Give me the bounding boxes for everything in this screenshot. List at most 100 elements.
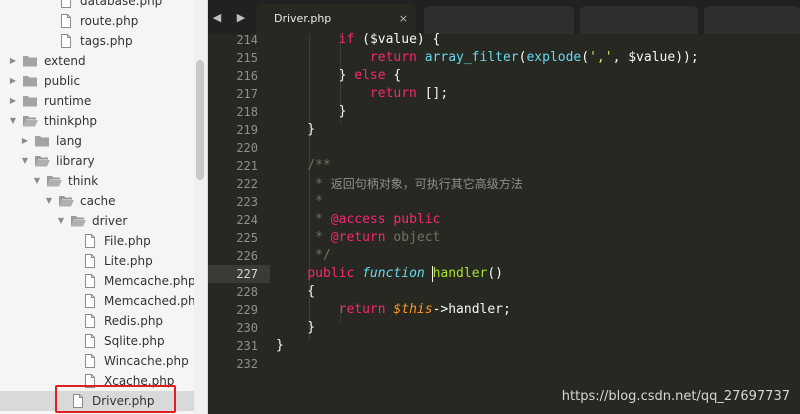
- tab-title: Driver.php: [274, 12, 332, 25]
- line-number: 231: [236, 339, 258, 353]
- code-token: [];: [416, 86, 449, 101]
- code-line[interactable]: }: [276, 319, 315, 337]
- chevron-right-icon[interactable]: ▶: [8, 91, 18, 111]
- code-line[interactable]: * @return object: [276, 229, 440, 247]
- text-cursor: [432, 266, 433, 282]
- code-line[interactable]: }: [276, 121, 315, 139]
- tree-file-route-php[interactable]: route.php: [0, 11, 194, 31]
- chevron-down-icon[interactable]: ▼: [20, 151, 30, 171]
- code-token: ,: [612, 50, 629, 65]
- close-icon[interactable]: ×: [399, 4, 408, 34]
- code-token: (: [581, 50, 590, 65]
- tree-item-label: Wincache.php: [104, 354, 189, 368]
- tree-file-file-php[interactable]: File.php: [0, 231, 194, 251]
- tab-blurred-3[interactable]: [704, 6, 800, 34]
- code-token: {: [276, 284, 316, 299]
- chevron-down-icon[interactable]: ▼: [56, 211, 66, 231]
- tree-file-lite-php[interactable]: Lite.php: [0, 251, 194, 271]
- line-number: 218: [236, 105, 258, 119]
- chevron-right-icon[interactable]: ▶: [8, 71, 18, 91]
- annotation-highlight-box: [55, 385, 176, 413]
- chevron-down-icon[interactable]: ▼: [44, 191, 54, 211]
- tree-file-tags-php[interactable]: tags.php: [0, 31, 194, 51]
- folder-open-icon: [58, 194, 74, 208]
- chevron-down-icon[interactable]: ▼: [8, 111, 18, 131]
- tree-folder-extend[interactable]: ▶ extend: [0, 51, 194, 71]
- code-line[interactable]: *: [276, 193, 323, 211]
- chevron-right-icon[interactable]: ▶: [8, 51, 18, 71]
- code-line[interactable]: /**: [276, 157, 331, 175]
- file-icon: [82, 314, 98, 328]
- chevron-down-icon[interactable]: ▼: [32, 171, 42, 191]
- tree-file-memcached-php[interactable]: Memcached.php: [0, 291, 203, 311]
- code-token: *: [315, 212, 331, 227]
- code-line[interactable]: {: [276, 283, 315, 301]
- folder-icon: [22, 94, 38, 108]
- tab-driver-php[interactable]: Driver.php ×: [256, 4, 416, 34]
- code-token: /**: [307, 158, 331, 173]
- tree-item-label: library: [56, 154, 95, 168]
- tree-folder-library[interactable]: ▼ library: [0, 151, 194, 171]
- code-token: }: [276, 122, 316, 137]
- tree-folder-lang[interactable]: ▶ lang: [0, 131, 194, 151]
- code-token: ->: [432, 302, 449, 317]
- line-number: 221: [236, 159, 258, 173]
- code-token: (): [487, 266, 504, 281]
- code-line[interactable]: if ($value) {: [276, 31, 441, 49]
- code-token: ',': [589, 50, 613, 65]
- code-line[interactable]: }: [276, 103, 347, 121]
- line-number: 216: [236, 69, 258, 83]
- tab-blurred-1[interactable]: [424, 6, 574, 34]
- code-token: else: [354, 68, 386, 83]
- line-number: 214: [236, 33, 258, 47]
- tree-file-database-php[interactable]: database.php: [0, 0, 194, 11]
- line-number: 220: [236, 141, 258, 155]
- code-line[interactable]: } else {: [276, 67, 402, 85]
- code-token: @access: [330, 212, 386, 227]
- code-token: {: [385, 68, 402, 83]
- code-line[interactable]: * 返回句柄对象，可执行其它高级方法: [276, 175, 523, 193]
- tree-folder-thinkphp[interactable]: ▼ thinkphp: [0, 111, 194, 131]
- file-icon: [58, 0, 74, 8]
- code-token: handler: [432, 266, 488, 281]
- tree-file-wincache-php[interactable]: Wincache.php: [0, 351, 194, 371]
- tree-folder-cache[interactable]: ▼ cache: [0, 191, 194, 211]
- tab-nav-arrows[interactable]: ◀ ▶: [208, 0, 256, 34]
- code-line[interactable]: }: [276, 337, 284, 355]
- tree-item-label: database.php: [80, 0, 163, 8]
- code-line[interactable]: return $this->handler;: [276, 301, 511, 319]
- tree-folder-driver[interactable]: ▼ driver: [0, 211, 194, 231]
- tree-folder-think[interactable]: ▼ think: [0, 171, 194, 191]
- code-line[interactable]: * @access public: [276, 211, 440, 229]
- code-token: explode: [526, 50, 582, 65]
- chevron-right-icon[interactable]: ▶: [20, 131, 30, 151]
- tree-folder-runtime[interactable]: ▶ runtime: [0, 91, 194, 111]
- tree-file-sqlite-php[interactable]: Sqlite.php: [0, 331, 194, 351]
- tab-bar: ◀ ▶ Driver.php ×: [208, 0, 800, 34]
- line-number: 227: [236, 267, 258, 281]
- tree-folder-public[interactable]: ▶ public: [0, 71, 194, 91]
- sidebar-scrollbar-thumb[interactable]: [196, 60, 204, 180]
- tree-file-redis-php[interactable]: Redis.php: [0, 311, 194, 331]
- tab-blurred-2[interactable]: [580, 6, 698, 34]
- tree-item-label: Memcache.php: [104, 274, 196, 288]
- tree-item-label: extend: [44, 54, 86, 68]
- code-token: *: [315, 194, 323, 209]
- tree-item-label: Redis.php: [104, 314, 164, 328]
- code-token: return: [369, 50, 417, 65]
- code-editor[interactable]: 214 215 216 217 218 219 220 221 222 223 224 225 226 2…: [208, 31, 800, 414]
- folder-open-icon: [46, 174, 62, 188]
- code-line[interactable]: return [];: [276, 85, 448, 103]
- tree-file-memcache-php[interactable]: Memcache.php: [0, 271, 196, 291]
- code-line[interactable]: public function handler(): [276, 265, 503, 283]
- code-line[interactable]: return array_filter(explode(',', $value)…: [276, 49, 699, 67]
- code-line[interactable]: */: [276, 247, 331, 265]
